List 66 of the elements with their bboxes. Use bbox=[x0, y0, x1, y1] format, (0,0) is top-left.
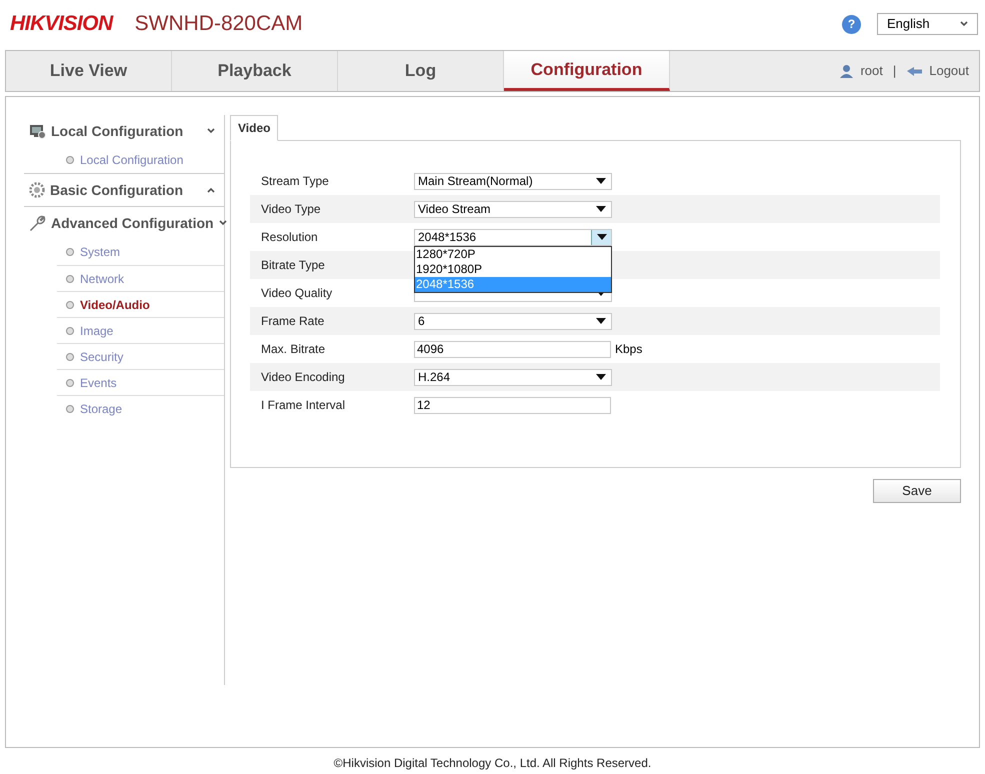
dropdown-arrow-icon bbox=[596, 290, 606, 296]
chevron-up-icon bbox=[207, 187, 215, 193]
select-field[interactable]: Video Stream bbox=[414, 200, 612, 218]
field-label: I Frame Interval bbox=[260, 397, 346, 414]
gear-icon bbox=[29, 182, 45, 198]
sidebar-item[interactable]: Network bbox=[80, 270, 124, 288]
field-label: Max. Bitrate bbox=[260, 341, 326, 358]
bullet-icon bbox=[66, 352, 74, 360]
chevron-down-icon bbox=[960, 21, 968, 27]
field-label: Frame Rate bbox=[260, 313, 326, 330]
dropdown-arrow-icon bbox=[596, 178, 606, 184]
nav-tab[interactable]: Playback bbox=[172, 51, 338, 91]
bullet-icon bbox=[66, 300, 74, 308]
arrow-icon bbox=[906, 66, 924, 76]
select-field[interactable]: 2048*1536 bbox=[414, 228, 612, 246]
brand-logo: HIKVISION bbox=[10, 11, 113, 38]
dropdown-option[interactable]: 1280*720P bbox=[415, 246, 611, 262]
language-select[interactable]: English bbox=[877, 13, 978, 35]
nav-tab[interactable]: Configuration bbox=[504, 51, 670, 91]
sidebar-item[interactable]: Storage bbox=[80, 400, 122, 418]
text-field[interactable]: 12 bbox=[414, 396, 611, 414]
text-field[interactable]: 4096 bbox=[414, 340, 611, 358]
field-label: Video Encoding bbox=[260, 369, 346, 386]
bullet-icon bbox=[66, 326, 74, 334]
unit-label: Kbps bbox=[615, 341, 642, 358]
help-button[interactable]: ? bbox=[842, 14, 861, 34]
dropdown-arrow-icon bbox=[596, 374, 606, 380]
bullet-icon bbox=[66, 274, 74, 282]
bullet-icon bbox=[66, 156, 74, 164]
field-label: Video Type bbox=[260, 201, 322, 218]
user-icon bbox=[839, 64, 854, 78]
separator: | bbox=[892, 62, 896, 80]
copyright-text: ©Hikvision Digital Technology Co., Ltd. All Rights Reserved. bbox=[334, 755, 652, 772]
sidebar-item[interactable]: Events bbox=[80, 374, 117, 392]
dropdown-arrow-icon bbox=[596, 234, 606, 240]
sidebar-item[interactable]: Local Configuration bbox=[80, 151, 184, 169]
sidebar-item[interactable]: Security bbox=[80, 348, 124, 366]
wrench-icon bbox=[29, 214, 46, 232]
field-label: Resolution bbox=[260, 229, 319, 246]
select-field[interactable]: H.264 bbox=[414, 368, 612, 386]
nav-tab[interactable]: Live View bbox=[6, 51, 172, 91]
select-field[interactable]: Main Stream(Normal) bbox=[414, 172, 612, 190]
sidebar-item[interactable]: Image bbox=[80, 322, 114, 340]
field-label: Stream Type bbox=[260, 173, 330, 190]
sidebar-item[interactable]: System bbox=[80, 243, 120, 261]
content-tab[interactable]: Video bbox=[230, 115, 278, 141]
bullet-icon bbox=[66, 378, 74, 386]
chevron-down-icon bbox=[207, 128, 215, 134]
save-button[interactable]: Save bbox=[873, 479, 961, 503]
sidebar-item[interactable]: Video/Audio bbox=[80, 296, 150, 314]
dropdown-arrow-icon bbox=[596, 318, 606, 324]
select-field[interactable]: 6 bbox=[414, 312, 612, 330]
field-label: Bitrate Type bbox=[260, 257, 326, 274]
bullet-icon bbox=[66, 404, 74, 412]
logout-link[interactable]: Logout bbox=[929, 61, 969, 81]
monitor-gear-icon bbox=[29, 124, 46, 138]
bullet-icon bbox=[66, 248, 74, 256]
sidebar-group[interactable]: Basic Configuration bbox=[24, 174, 224, 206]
dropdown-arrow-icon bbox=[596, 206, 606, 212]
dropdown-option[interactable]: 1920*1080P bbox=[415, 262, 611, 276]
chevron-down-icon bbox=[218, 220, 227, 226]
sidebar-group[interactable]: Local Configuration bbox=[24, 115, 224, 147]
device-model: SWNHD-820CAM bbox=[134, 11, 303, 38]
field-label: Video Quality bbox=[260, 285, 334, 302]
username: root bbox=[860, 62, 883, 80]
sidebar-group[interactable]: Advanced Configuration bbox=[24, 207, 224, 239]
